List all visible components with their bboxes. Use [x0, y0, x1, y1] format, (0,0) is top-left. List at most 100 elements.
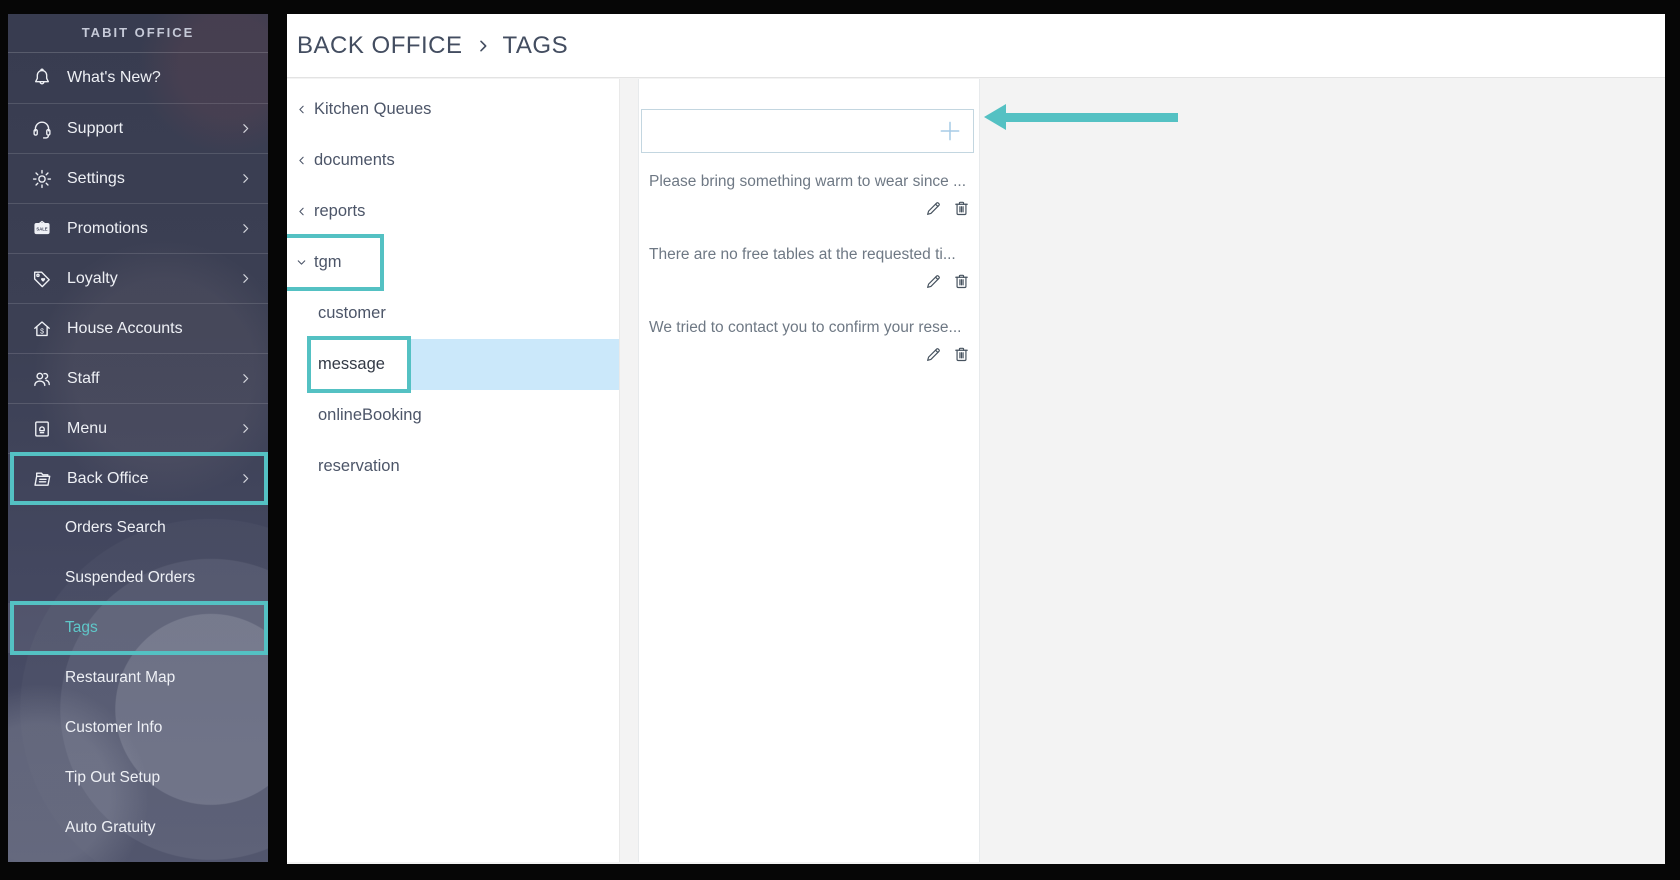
tree-item-reservation[interactable]: reservation [287, 441, 619, 492]
main-content: BACK OFFICE TAGS Kitchen Queues documents… [287, 14, 1665, 864]
tag-text: There are no free tables at the requeste… [649, 244, 973, 266]
tree-item-label: reservation [318, 457, 400, 476]
chevron-right-icon [239, 472, 252, 485]
sidebar-item-label: Support [67, 120, 268, 138]
tag-text: We tried to contact you to confirm your … [649, 317, 973, 339]
tags-tree-panel: Kitchen Queues documents reports tgm custome… [287, 79, 620, 862]
tree-item-reports[interactable]: reports [287, 186, 619, 237]
sidebar-item-label: House Accounts [67, 320, 268, 338]
trash-icon [952, 199, 971, 218]
sidebar-item-tip-out-setup[interactable]: Tip Out Setup [8, 753, 268, 803]
chevron-left-icon [295, 103, 308, 116]
tag-actions [649, 196, 973, 220]
loyalty-tag-icon [31, 268, 53, 290]
tag-text: Please bring something warm to wear sinc… [649, 171, 973, 193]
sidebar-item-label: Tags [65, 619, 268, 637]
tree-item-label: onlineBooking [318, 406, 422, 425]
sidebar-item-label: Tip Out Setup [65, 769, 268, 787]
breadcrumb-separator-icon [475, 38, 491, 54]
sidebar-item-promotions[interactable]: SALEPromotions [8, 203, 268, 253]
pencil-icon [924, 199, 943, 218]
sidebar-item-label: Customer Info [65, 719, 268, 737]
page-header: BACK OFFICE TAGS [287, 14, 1665, 78]
tag-item: There are no free tables at the requeste… [639, 244, 979, 293]
svg-text:SALE: SALE [36, 226, 47, 231]
delete-tag-button[interactable] [952, 345, 971, 364]
pencil-icon [924, 345, 943, 364]
tree-item-label: tgm [314, 253, 342, 272]
tags-list-panel: Please bring something warm to wear sinc… [638, 79, 980, 862]
add-tag-button[interactable] [937, 118, 963, 144]
sidebar-item-menu[interactable]: Menu [8, 403, 268, 453]
tag-item: We tried to contact you to confirm your … [639, 317, 979, 366]
plus-icon [937, 118, 963, 144]
chevron-right-icon [239, 372, 252, 385]
tag-actions [649, 269, 973, 293]
sidebar-item-label: Restaurant Map [65, 669, 268, 687]
tags-list: Please bring something warm to wear sinc… [639, 171, 979, 366]
breadcrumb-back-office[interactable]: BACK OFFICE [297, 32, 463, 60]
tree-item-label: customer [318, 304, 386, 323]
sale-sign-icon: SALE [31, 218, 53, 240]
sidebar-item-label: What's New? [67, 69, 268, 87]
trash-icon [952, 272, 971, 291]
sidebar-item-settings[interactable]: Settings [8, 153, 268, 203]
edit-tag-button[interactable] [924, 199, 943, 218]
tree-item-kitchen-queues[interactable]: Kitchen Queues [287, 84, 619, 135]
chevron-right-icon [239, 222, 252, 235]
sidebar-item-staff[interactable]: Staff [8, 353, 268, 403]
breadcrumb-tags[interactable]: TAGS [503, 32, 569, 60]
new-tag-field [641, 109, 974, 153]
delete-tag-button[interactable] [952, 272, 971, 291]
sidebar-item-tags[interactable]: Tags [8, 603, 268, 653]
tag-actions [649, 342, 973, 366]
sidebar-item-orders-search[interactable]: Orders Search [8, 503, 268, 553]
chevron-left-icon [295, 154, 308, 167]
headset-icon [31, 118, 53, 140]
breadcrumb: BACK OFFICE TAGS [297, 32, 568, 60]
tree-item-label: Kitchen Queues [314, 100, 431, 119]
svg-text:$: $ [40, 328, 44, 335]
sidebar-item-support[interactable]: Support [8, 103, 268, 153]
menu-card-icon [31, 418, 53, 440]
sidebar-item-customer-info[interactable]: Customer Info [8, 703, 268, 753]
sidebar-item-label: Settings [67, 170, 268, 188]
sidebar-item-label: Back Office [67, 470, 268, 488]
bell-icon [31, 67, 53, 89]
sidebar: TABIT OFFICE What's New? Support Settings S… [8, 14, 268, 862]
app-window: TABIT OFFICE What's New? Support Settings S… [0, 0, 1680, 880]
sidebar-item-label: Suspended Orders [65, 569, 268, 587]
sidebar-item-what-s-new[interactable]: What's New? [8, 53, 268, 103]
app-title: TABIT OFFICE [8, 14, 268, 53]
tree-item-onlinebooking[interactable]: onlineBooking [287, 390, 619, 441]
gear-icon [31, 168, 53, 190]
tree-item-tgm[interactable]: tgm [287, 237, 619, 288]
trash-icon [952, 345, 971, 364]
chevron-right-icon [239, 272, 252, 285]
tree-item-customer[interactable]: customer [287, 288, 619, 339]
chevron-right-icon [239, 172, 252, 185]
edit-tag-button[interactable] [924, 345, 943, 364]
people-icon [31, 368, 53, 390]
tree-item-message[interactable]: message [287, 339, 619, 390]
sidebar-item-label: Auto Gratuity [65, 819, 268, 837]
sidebar-item-label: Loyalty [67, 270, 268, 288]
tree-item-label: documents [314, 151, 395, 170]
delete-tag-button[interactable] [952, 199, 971, 218]
sidebar-item-label: Orders Search [65, 519, 268, 537]
tree-item-label: message [318, 355, 385, 374]
chevron-left-icon [295, 205, 308, 218]
sidebar-item-restaurant-map[interactable]: Restaurant Map [8, 653, 268, 703]
sidebar-item-label: Menu [67, 420, 268, 438]
sidebar-item-loyalty[interactable]: Loyalty [8, 253, 268, 303]
pencil-icon [924, 272, 943, 291]
sidebar-item-auto-gratuity[interactable]: Auto Gratuity [8, 803, 268, 853]
house-dollar-icon: $ [31, 318, 53, 340]
new-tag-input[interactable] [642, 110, 973, 152]
tree-item-documents[interactable]: documents [287, 135, 619, 186]
tree-item-label: reports [314, 202, 365, 221]
edit-tag-button[interactable] [924, 272, 943, 291]
sidebar-item-back-office[interactable]: Back Office [8, 453, 268, 503]
sidebar-item-house-accounts[interactable]: $ House Accounts [8, 303, 268, 353]
sidebar-item-suspended-orders[interactable]: Suspended Orders [8, 553, 268, 603]
